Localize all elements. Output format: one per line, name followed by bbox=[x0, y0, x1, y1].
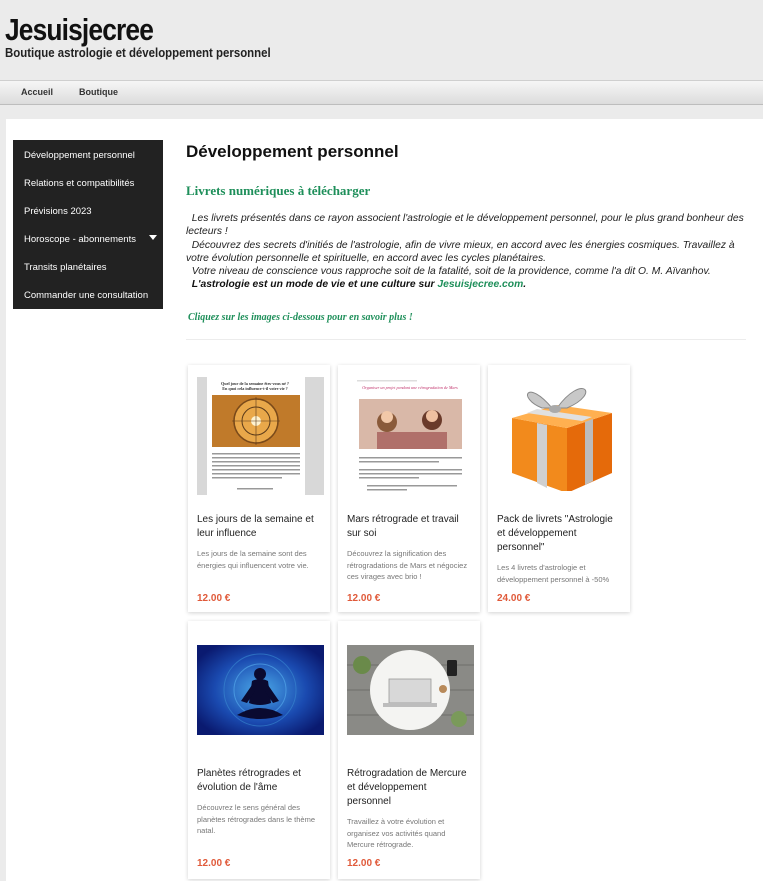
gift-icon[interactable] bbox=[497, 373, 624, 491]
section-title: Livrets numériques à télécharger bbox=[186, 183, 371, 198]
product-name[interactable]: Pack de livrets "Astrologie et développe… bbox=[497, 513, 622, 555]
product-desc: Les 4 livrets d'astrologie et développem… bbox=[497, 563, 610, 584]
intro-p4: L'astrologie est un mode de vie et une c… bbox=[191, 279, 438, 291]
product-card-mars[interactable]: Organiser un projet pendant une rétrogra… bbox=[338, 365, 480, 612]
divider bbox=[186, 339, 746, 340]
sidebar-menu: Développement personnel Relations et com… bbox=[13, 140, 163, 309]
product-name[interactable]: Mars rétrograde et travail sur soi bbox=[347, 513, 472, 541]
product-name[interactable]: Rétrogradation de Mercure et développeme… bbox=[347, 767, 472, 809]
intro-p1: Les livrets présentés dans ce rayon asso… bbox=[186, 213, 744, 238]
content-area: Développement personnel Relations et com… bbox=[6, 119, 763, 881]
product-name[interactable]: Planètes rétrogrades et évolution de l'â… bbox=[197, 767, 322, 795]
intro-text: Les livrets présentés dans ce rayon asso… bbox=[186, 212, 746, 292]
site-subtitle: Boutique astrologie et développement per… bbox=[5, 45, 271, 60]
chevron-down-icon[interactable] bbox=[149, 235, 157, 240]
thumb-heading-mars: Organiser un projet pendant une rétrogra… bbox=[362, 385, 458, 390]
cta-text: Cliquez sur les images ci-dessous pour e… bbox=[188, 312, 413, 323]
sidebar-item-transits[interactable]: Transits planétaires bbox=[24, 262, 107, 273]
product-image-mercure[interactable] bbox=[347, 645, 474, 735]
sidebar-item-relations[interactable]: Relations et compatibilités bbox=[24, 178, 134, 189]
product-card-planetes[interactable]: Planètes rétrogrades et évolution de l'â… bbox=[188, 621, 330, 879]
intro-p2: Découvrez des secrets d'initiés de l'ast… bbox=[186, 239, 735, 264]
top-nav: Accueil Boutique bbox=[0, 80, 763, 105]
product-desc: Découvrez la signification des rétrograd… bbox=[347, 549, 468, 581]
intro-period: . bbox=[523, 279, 527, 291]
sidebar-item-previsions[interactable]: Prévisions 2023 bbox=[24, 206, 92, 217]
product-desc: Les jours de la semaine sont des énergie… bbox=[197, 549, 309, 570]
product-desc: Découvrez le sens général des planètes r… bbox=[197, 803, 315, 835]
site-link[interactable]: Jesuisjecree.com bbox=[437, 279, 523, 290]
product-price: 12.00 € bbox=[197, 593, 231, 604]
thumb-heading-2: En quoi cela influence-t-il votre vie ? bbox=[222, 386, 288, 391]
product-price: 12.00 € bbox=[197, 858, 231, 869]
product-image-jours[interactable]: Quel jour de la semaine êtes-vous né ? E… bbox=[197, 377, 324, 495]
site-header: Jesuisjecree Boutique astrologie et déve… bbox=[0, 0, 763, 80]
product-price: 24.00 € bbox=[497, 593, 531, 604]
nav-boutique[interactable]: Boutique bbox=[79, 87, 118, 97]
page-title: Développement personnel bbox=[186, 142, 399, 161]
intro-p3: Votre niveau de conscience vous rapproch… bbox=[191, 266, 711, 278]
product-price: 12.00 € bbox=[347, 593, 381, 604]
sidebar-item-horoscope[interactable]: Horoscope - abonnements bbox=[24, 234, 136, 245]
product-name[interactable]: Les jours de la semaine et leur influenc… bbox=[197, 513, 322, 541]
product-desc: Travaillez à votre évolution et organise… bbox=[347, 817, 446, 849]
sidebar-item-developpement[interactable]: Développement personnel bbox=[24, 150, 135, 161]
product-image-planetes[interactable] bbox=[197, 645, 324, 735]
product-price: 12.00 € bbox=[347, 858, 381, 869]
product-image-mars[interactable]: Organiser un projet pendant une rétrogra… bbox=[347, 377, 474, 495]
sidebar-item-consultation[interactable]: Commander une consultation bbox=[24, 290, 148, 301]
product-card-pack[interactable]: Pack de livrets "Astrologie et développe… bbox=[488, 365, 630, 612]
nav-accueil[interactable]: Accueil bbox=[21, 87, 53, 97]
site-title[interactable]: Jesuisjecree bbox=[5, 12, 154, 48]
product-card-jours[interactable]: Quel jour de la semaine êtes-vous né ? E… bbox=[188, 365, 330, 612]
product-card-mercure[interactable]: Rétrogradation de Mercure et développeme… bbox=[338, 621, 480, 879]
